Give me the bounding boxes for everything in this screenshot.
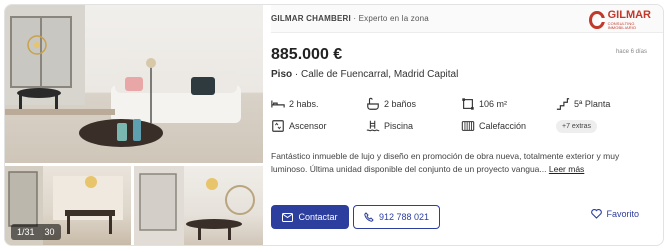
heating-icon — [461, 121, 475, 131]
stairs-icon — [556, 98, 570, 110]
elevator-icon — [272, 120, 284, 132]
feature-pool: Piscina — [366, 119, 461, 133]
features-row-1: 2 habs. 2 baños 106 m² 5ª Planta — [271, 93, 663, 115]
feature-floor: 5ª Planta — [556, 97, 656, 111]
listing-price: 885.000 € — [271, 46, 343, 63]
feature-bedrooms: 2 habs. — [271, 97, 366, 111]
feature-area: 106 m² — [461, 97, 556, 111]
bed-icon — [271, 100, 285, 108]
features-list: 2 habs. 2 baños 106 m² 5ª Planta Ascenso… — [271, 93, 663, 137]
heart-icon — [591, 209, 603, 219]
feature-elevator: Ascensor — [271, 119, 366, 133]
feature-elevator-label: Ascensor — [289, 121, 327, 131]
main-photo[interactable] — [5, 5, 263, 163]
extras-badge[interactable]: +7 extras — [556, 119, 597, 133]
listing-address: · Calle de Fuencarral, Madrid Capital — [294, 69, 459, 80]
feature-bedrooms-label: 2 habs. — [289, 99, 319, 109]
contact-button-label: Contactar — [298, 212, 338, 222]
area-icon — [462, 98, 474, 110]
photo-counter-total: 30 — [44, 227, 55, 237]
feature-bathrooms: 2 baños — [366, 97, 461, 111]
listing-age: hace 6 días — [615, 49, 647, 55]
bath-icon — [367, 97, 379, 110]
feature-heating-label: Calefacción — [479, 121, 527, 131]
photo-counter-current: 1/31 — [17, 227, 35, 237]
listing-content: GILMAR CHAMBERI · Experto en la zona GIL… — [271, 5, 663, 245]
feature-extras[interactable]: +7 extras — [556, 119, 656, 133]
living-room-image — [5, 5, 241, 147]
favorite-button-label: Favorito — [606, 209, 639, 219]
thumbnail-photo-1[interactable]: 1/31 30 — [5, 166, 131, 245]
agency-logo-mark — [589, 11, 605, 29]
listing-title[interactable]: Piso · Calle de Fuencarral, Madrid Capit… — [271, 69, 458, 80]
thumbnail-photo-2[interactable] — [134, 166, 263, 245]
listing-card[interactable]: 1/31 30 GILMAR CHAMBERI · Experto en la … — [4, 4, 664, 246]
agency-title: GILMAR CHAMBERI — [271, 14, 351, 23]
feature-area-label: 106 m² — [479, 99, 508, 109]
feature-floor-label: 5ª Planta — [574, 99, 611, 109]
mail-icon — [282, 212, 294, 222]
photo-gallery[interactable]: 1/31 30 — [5, 5, 263, 245]
listing-description[interactable]: Fantástico inmueble de lujo y diseño en … — [271, 150, 655, 176]
agency-logo-tagline: CONSULTING INMOBILIARIO — [607, 21, 637, 30]
read-more-link[interactable]: Leer más — [549, 164, 584, 174]
features-row-2: Ascensor Piscina Calefacción +7 extras — [271, 115, 663, 137]
agency-logo-brand: GILMAR — [607, 9, 651, 21]
phone-button[interactable]: 912 788 021 — [353, 205, 440, 229]
contact-button[interactable]: Contactar — [271, 205, 349, 229]
agency-logo[interactable]: GILMAR CONSULTING INMOBILIARIO — [589, 10, 653, 30]
agency-name[interactable]: GILMAR CHAMBERI · Experto en la zona — [271, 14, 429, 23]
favorite-button[interactable]: Favorito — [591, 209, 639, 219]
phone-icon — [364, 212, 374, 222]
agency-tagline: · Experto en la zona — [353, 14, 429, 23]
feature-pool-label: Piscina — [384, 121, 414, 131]
phone-button-label: 912 788 021 — [378, 212, 430, 222]
feature-heating: Calefacción — [461, 119, 556, 133]
photo-counter: 1/31 30 — [11, 224, 61, 240]
pool-icon — [366, 120, 380, 132]
agency-bar[interactable]: GILMAR CHAMBERI · Experto en la zona GIL… — [271, 5, 663, 33]
kitchen-image — [134, 166, 255, 245]
feature-bathrooms-label: 2 baños — [384, 99, 417, 109]
listing-type: Piso — [271, 69, 293, 80]
agency-logo-text: GILMAR CONSULTING INMOBILIARIO — [608, 10, 653, 30]
